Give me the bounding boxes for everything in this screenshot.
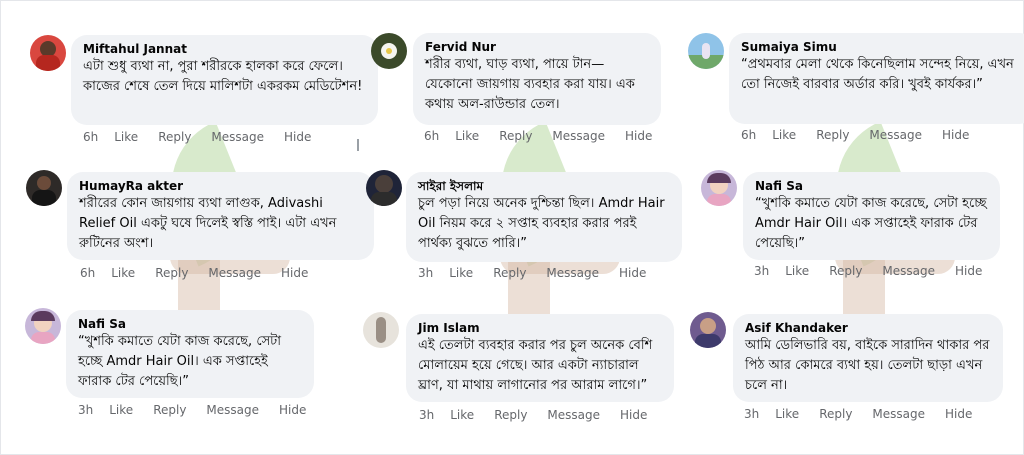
- comment-actions: 6h Like Reply Message Hide: [83, 130, 331, 144]
- avatar[interactable]: [690, 312, 726, 348]
- hide-button[interactable]: Hide: [945, 407, 972, 421]
- like-button[interactable]: Like: [449, 266, 473, 280]
- comment-text: এটা শুধু ব্যথা না, পুরা শরীরকে হালকা করে…: [83, 59, 363, 94]
- message-button[interactable]: Message: [882, 264, 935, 278]
- reply-button[interactable]: Reply: [158, 130, 191, 144]
- avatar[interactable]: [26, 170, 62, 206]
- comment-bubble: Nafi Sa “খুশকি কমাতে যেটা কাজ করেছে, সেট…: [743, 172, 1000, 260]
- comment-time: 6h: [741, 128, 757, 142]
- comment-time: 6h: [83, 130, 99, 144]
- avatar[interactable]: [363, 312, 399, 348]
- comment-time: 6h: [424, 129, 440, 143]
- commenter-name[interactable]: Nafi Sa: [78, 316, 302, 332]
- avatar[interactable]: [371, 33, 407, 69]
- hide-button[interactable]: Hide: [284, 130, 311, 144]
- comment-actions: 6h Like Reply Message Hide: [80, 266, 328, 280]
- comment-text: এই তেলটা ব্যবহার করার পর চুল অনেক বেশি ম…: [418, 338, 653, 393]
- comment-actions: 6h Like Reply Message Hide: [741, 128, 989, 142]
- like-button[interactable]: Like: [111, 266, 135, 280]
- avatar[interactable]: [688, 33, 724, 69]
- avatar[interactable]: [701, 170, 737, 206]
- message-button[interactable]: Message: [546, 266, 599, 280]
- comment-bubble: Fervid Nur শরীর ব্যথা, ঘাড় ব্যথা, পায়ে…: [413, 33, 661, 125]
- comment-time: 3h: [418, 266, 434, 280]
- reply-button[interactable]: Reply: [494, 408, 527, 422]
- comment-bubble: Miftahul Jannat এটা শুধু ব্যথা না, পুরা …: [71, 35, 378, 125]
- comment-bubble: Jim Islam এই তেলটা ব্যবহার করার পর চুল অ…: [406, 314, 674, 402]
- like-button[interactable]: Like: [109, 403, 133, 417]
- comment-bubble: সাইরা ইসলাম চুল পড়া নিয়ে অনেক দুশ্চিন্…: [406, 172, 682, 262]
- reply-button[interactable]: Reply: [499, 129, 532, 143]
- hide-button[interactable]: Hide: [279, 403, 306, 417]
- avatar[interactable]: [366, 170, 402, 206]
- like-button[interactable]: Like: [114, 130, 138, 144]
- commenter-name[interactable]: Jim Islam: [418, 320, 662, 336]
- comment-actions: 3h Like Reply Message Hide: [418, 266, 666, 280]
- comment-time: 3h: [419, 408, 435, 422]
- like-button[interactable]: Like: [785, 264, 809, 278]
- avatar[interactable]: [30, 35, 66, 71]
- commenter-name[interactable]: Sumaiya Simu: [741, 39, 1023, 55]
- commenter-name[interactable]: Asif Khandaker: [745, 320, 991, 336]
- commenter-name[interactable]: সাইরা ইসলাম: [418, 178, 670, 194]
- comment-time: 3h: [744, 407, 760, 421]
- comment-text: আমি ডেলিভারি বয়, বাইকে সারাদিন থাকার পর…: [745, 338, 990, 393]
- comment-bubble: Asif Khandaker আমি ডেলিভারি বয়, বাইকে স…: [733, 314, 1003, 402]
- like-button[interactable]: Like: [455, 129, 479, 143]
- comment-actions: 3h Like Reply Message Hide: [744, 407, 992, 421]
- comment-text: “প্রথমবার মেলা থেকে কিনেছিলাম সন্দেহ নিয…: [741, 57, 1014, 92]
- comment-bubble: HumayRa akter শরীরের কোন জায়গায় ব্যথা …: [67, 172, 374, 260]
- comment-time: 6h: [80, 266, 96, 280]
- hide-button[interactable]: Hide: [942, 128, 969, 142]
- avatar[interactable]: [25, 308, 61, 344]
- comment-bubble: Sumaiya Simu “প্রথমবার মেলা থেকে কিনেছিল…: [729, 33, 1024, 124]
- comment-text: “খুশকি কমাতে যেটা কাজ করেছে, সেটা হচ্ছে …: [755, 196, 987, 251]
- comment-bubble: Nafi Sa “খুশকি কমাতে যেটা কাজ করেছে, সেট…: [66, 310, 314, 398]
- hide-button[interactable]: Hide: [625, 129, 652, 143]
- comment-actions: 3h Like Reply Message Hide: [78, 403, 326, 417]
- reply-button[interactable]: Reply: [816, 128, 849, 142]
- comment-actions: 3h Like Reply Message Hide: [419, 408, 667, 422]
- like-button[interactable]: Like: [772, 128, 796, 142]
- comment-text: শরীর ব্যথা, ঘাড় ব্যথা, পায়ে টান—যেকোনো…: [425, 57, 635, 112]
- like-button[interactable]: Like: [775, 407, 799, 421]
- commenter-name[interactable]: HumayRa akter: [79, 178, 362, 194]
- reply-button[interactable]: Reply: [493, 266, 526, 280]
- hide-button[interactable]: Hide: [620, 408, 647, 422]
- reply-button[interactable]: Reply: [819, 407, 852, 421]
- reply-button[interactable]: Reply: [155, 266, 188, 280]
- message-button[interactable]: Message: [208, 266, 261, 280]
- hide-button[interactable]: Hide: [955, 264, 982, 278]
- comment-actions: 6h Like Reply Message Hide: [424, 129, 672, 143]
- comment-time: 3h: [78, 403, 94, 417]
- hide-button[interactable]: Hide: [619, 266, 646, 280]
- comment-text: “খুশকি কমাতে যেটা কাজ করেছে, সেটা হচ্ছে …: [78, 334, 282, 389]
- hide-button[interactable]: Hide: [281, 266, 308, 280]
- comment-text: শরীরের কোন জায়গায় ব্যথা লাগুক, Adivash…: [79, 196, 337, 251]
- message-button[interactable]: Message: [872, 407, 925, 421]
- commenter-name[interactable]: Miftahul Jannat: [83, 41, 366, 57]
- comment-time: 3h: [754, 264, 770, 278]
- comment-actions: 3h Like Reply Message Hide: [754, 264, 1002, 278]
- commenter-name[interactable]: Nafi Sa: [755, 178, 988, 194]
- message-button[interactable]: Message: [211, 130, 264, 144]
- like-button[interactable]: Like: [450, 408, 474, 422]
- message-button[interactable]: Message: [547, 408, 600, 422]
- message-button[interactable]: Message: [869, 128, 922, 142]
- message-button[interactable]: Message: [206, 403, 259, 417]
- text-caret: [357, 139, 359, 151]
- reply-button[interactable]: Reply: [153, 403, 186, 417]
- reply-button[interactable]: Reply: [829, 264, 862, 278]
- message-button[interactable]: Message: [552, 129, 605, 143]
- comment-text: চুল পড়া নিয়ে অনেক দুশ্চিন্তা ছিল। Amdr…: [418, 196, 665, 251]
- commenter-name[interactable]: Fervid Nur: [425, 39, 649, 55]
